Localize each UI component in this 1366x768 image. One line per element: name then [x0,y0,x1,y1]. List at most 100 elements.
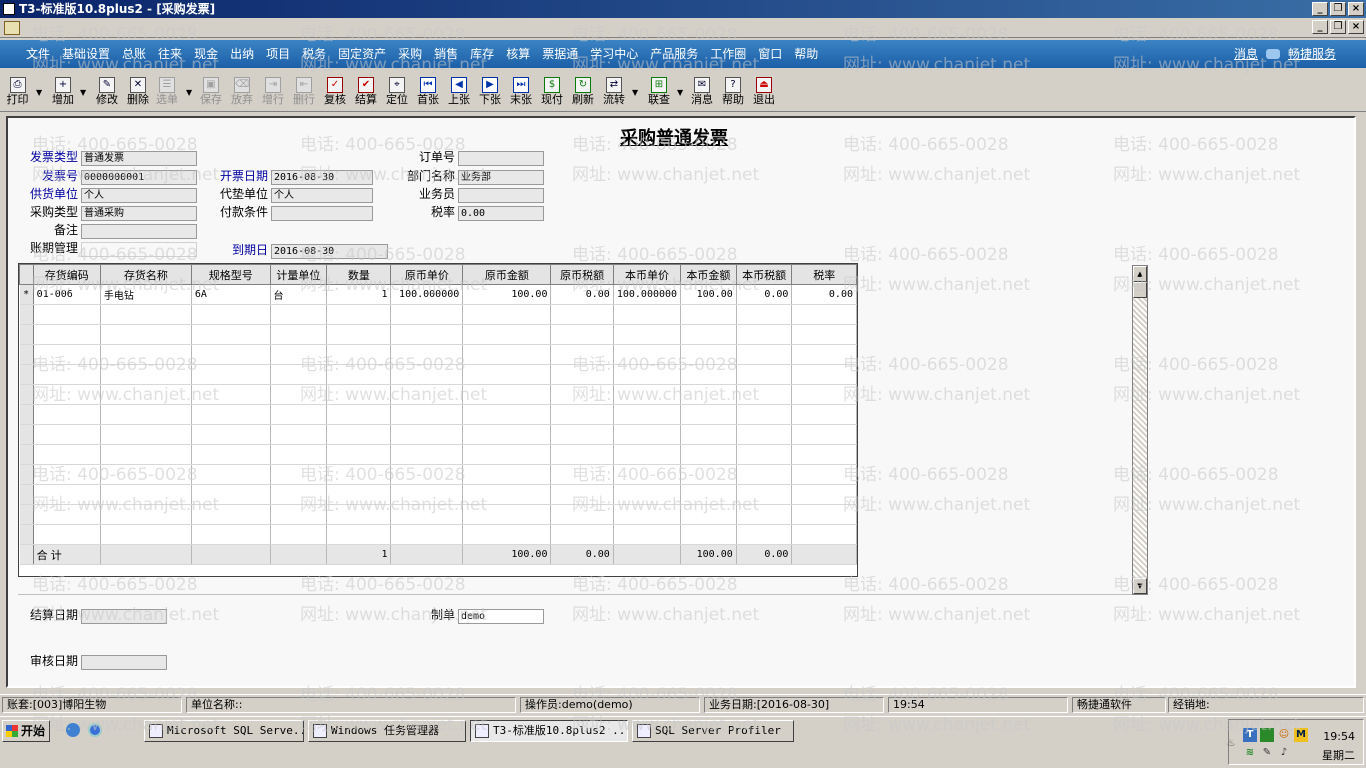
grid-cell[interactable] [791,464,857,485]
grid-cell[interactable] [191,544,271,565]
grid-cell[interactable]: 1 [326,544,392,565]
grid-cell[interactable] [390,444,464,465]
network-tray-icon[interactable]: ≋ [1243,746,1257,760]
toolbar-button-prev[interactable]: ◀ 上张 [446,75,472,109]
menu-item-2[interactable]: 总账 [116,47,152,61]
grid-cell[interactable]: 100.00 [680,284,737,305]
toolbar-button-add-row[interactable]: ⇥ 增行 [260,75,286,109]
row-marker[interactable] [19,364,34,385]
toolbar-button-cash-pay[interactable]: $ 现付 [539,75,565,109]
grid-cell[interactable] [270,424,328,445]
grid-cell[interactable] [390,344,464,365]
menu-item-14[interactable]: 学习中心 [584,47,644,61]
link-dropdown-arrow-icon[interactable]: ▼ [677,88,683,97]
grid-cell[interactable] [191,504,271,525]
row-marker[interactable] [19,304,34,325]
grid-cell[interactable] [270,344,328,365]
grid-cell[interactable] [613,344,682,365]
total-row[interactable]: 合 计 1 100.00 0.00 100.00 0.00 [19,544,857,565]
grid-cell[interactable] [462,344,552,365]
toolbar-button-settle[interactable]: ✔ 结算 [353,75,379,109]
table-row[interactable] [19,324,857,345]
grid-cell[interactable] [33,344,101,365]
show-desktop-icon[interactable] [66,723,80,737]
grid-cell[interactable] [191,384,271,405]
grid-cell[interactable] [100,344,192,365]
column-header-3[interactable]: 计量单位 [269,264,328,285]
grid-cell[interactable] [550,464,614,485]
grid-cell[interactable] [326,444,392,465]
grid-cell[interactable] [33,404,101,425]
grid-cell[interactable] [680,304,737,325]
grid-cell[interactable] [613,324,682,345]
select-dropdown-arrow-icon[interactable]: ▼ [186,88,192,97]
grid-cell[interactable] [462,504,552,525]
pen-tray-icon[interactable]: ✎ [1260,746,1274,760]
row-marker[interactable]: * [19,284,34,305]
settle-date-field[interactable] [81,609,167,624]
row-marker[interactable] [19,424,34,445]
grid-cell[interactable] [736,344,793,365]
grid-cell[interactable] [550,364,614,385]
grid-cell[interactable] [270,444,328,465]
account-period-field[interactable] [81,242,197,257]
grid-cell[interactable] [33,484,101,505]
grid-cell[interactable] [100,504,192,525]
grid-cell[interactable] [462,444,552,465]
grid-cell[interactable] [270,384,328,405]
grid-cell[interactable] [270,504,328,525]
grid-cell[interactable] [33,304,101,325]
grid-cell[interactable] [270,484,328,505]
taskbar-item-3[interactable]: SQL Server Profiler [632,720,794,742]
grid-cell[interactable] [613,404,682,425]
grid-cell[interactable] [550,404,614,425]
table-row[interactable] [19,504,857,525]
grid-cell[interactable] [326,464,392,485]
grid-cell[interactable] [191,364,271,385]
row-marker[interactable] [19,484,34,505]
grid-cell[interactable] [462,524,552,545]
grid-cell[interactable] [326,364,392,385]
internet-explorer-icon[interactable] [88,723,102,737]
toolbar-button-delete[interactable]: ✕ 删除 [125,75,151,109]
menu-item-9[interactable]: 采购 [392,47,428,61]
grid-cell[interactable] [191,484,271,505]
grid-cell[interactable] [550,324,614,345]
grid-cell[interactable] [462,384,552,405]
grid-cell[interactable] [613,524,682,545]
grid-cell[interactable]: 1 [326,284,392,305]
grid-cell[interactable] [100,404,192,425]
grid-cell[interactable] [680,484,737,505]
toolbar-button-first[interactable]: ⏮ 首张 [415,75,441,109]
table-row[interactable] [19,524,857,545]
grid-cell[interactable]: 台 [270,284,328,305]
taskbar-item-1[interactable]: Windows 任务管理器 [308,720,466,742]
user-tray-icon[interactable]: ☺ [1277,728,1291,742]
grid-cell[interactable] [613,424,682,445]
grid-cell[interactable] [613,464,682,485]
grid-cell[interactable] [100,484,192,505]
grid-cell[interactable] [462,364,552,385]
grid-cell[interactable] [33,464,101,485]
column-header-2[interactable]: 规格型号 [190,264,271,285]
toolbar-button-flow[interactable]: ⇄ 流转 [601,75,627,109]
grid-cell[interactable]: 100.000000 [613,284,682,305]
menu-item-7[interactable]: 税务 [296,47,332,61]
grid-cell[interactable] [680,344,737,365]
grid-cell[interactable] [390,404,464,425]
grid-cell[interactable] [326,404,392,425]
restore-button[interactable]: ❐ [1330,2,1346,16]
table-row[interactable] [19,424,857,445]
grid-cell[interactable] [736,324,793,345]
table-row[interactable] [19,344,857,365]
grid-cell[interactable] [390,304,464,325]
grid-cell[interactable] [791,344,857,365]
toolbar-button-select-order[interactable]: ☰ 选单 [154,75,180,109]
table-row[interactable] [19,384,857,405]
grid-cell[interactable] [550,304,614,325]
grid-cell[interactable] [326,424,392,445]
toolbar-button-refresh[interactable]: ↻ 刷新 [570,75,596,109]
toolbar-button-save[interactable]: ▣ 保存 [198,75,224,109]
grid-cell[interactable] [191,424,271,445]
grid-cell[interactable]: 0.00 [791,284,857,305]
